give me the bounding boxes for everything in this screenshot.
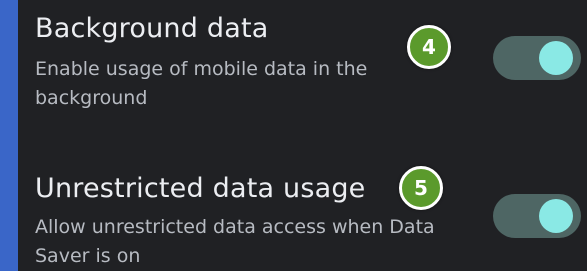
setting-title: Background data xyxy=(35,13,269,44)
unrestricted-data-toggle[interactable] xyxy=(493,194,581,238)
step-badge-4: 4 xyxy=(407,25,451,69)
toggle-thumb xyxy=(539,199,573,233)
setting-background-data[interactable]: Background data Enable usage of mobile d… xyxy=(18,0,587,130)
settings-panel: Background data Enable usage of mobile d… xyxy=(18,0,587,271)
step-badge-5: 5 xyxy=(399,166,443,210)
setting-description: Allow unrestricted data access when Data… xyxy=(35,216,435,267)
toggle-thumb xyxy=(539,41,573,75)
setting-title: Unrestricted data usage xyxy=(35,173,366,204)
setting-description: Enable usage of mobile data in the backg… xyxy=(35,58,368,109)
screenshot-frame: Background data Enable usage of mobile d… xyxy=(0,0,587,271)
setting-unrestricted-data-usage[interactable]: Unrestricted data usage Allow unrestrict… xyxy=(18,160,587,271)
background-data-toggle[interactable] xyxy=(493,36,581,80)
